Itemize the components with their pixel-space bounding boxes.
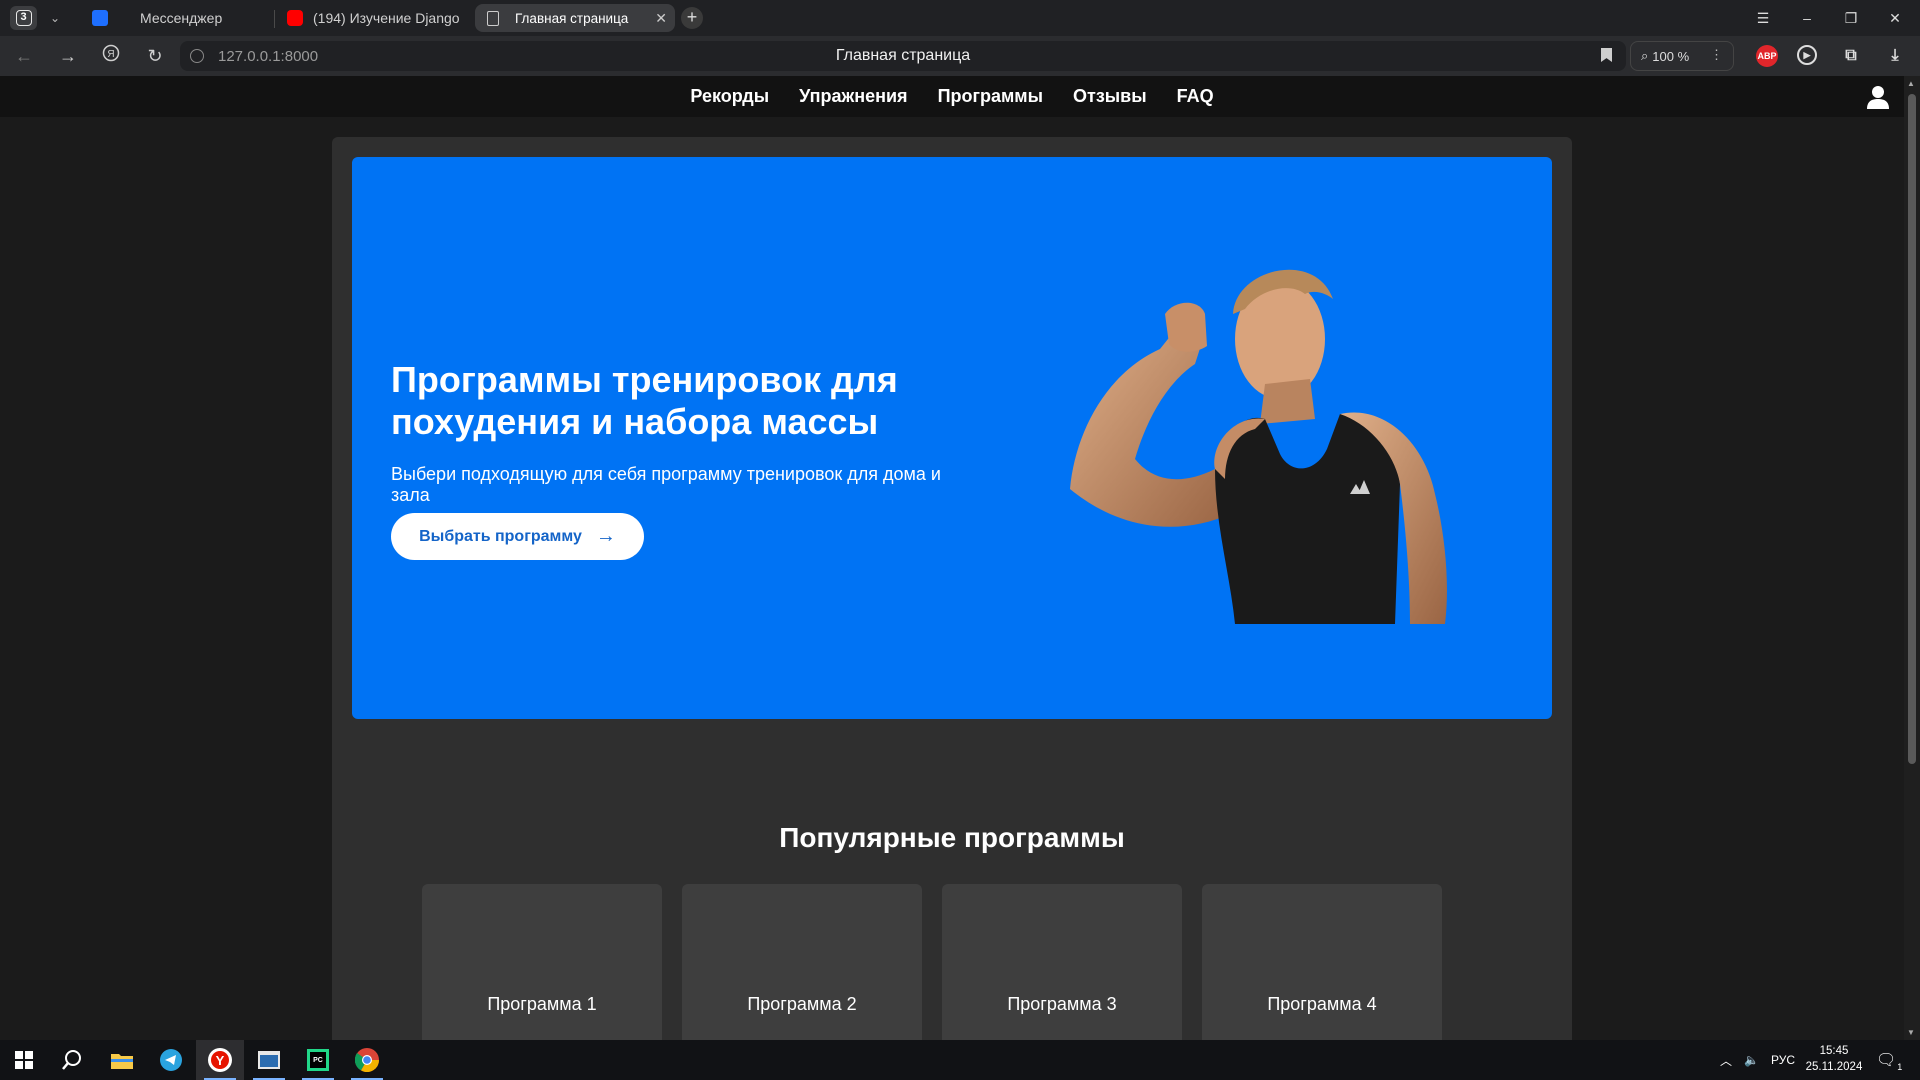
user-icon[interactable] xyxy=(1864,83,1892,111)
more-icon[interactable]: ⋮ xyxy=(1710,47,1723,63)
chrome-button[interactable] xyxy=(343,1040,391,1080)
menu-icon[interactable]: ☰ xyxy=(1748,6,1778,30)
reload-button[interactable]: ↻ xyxy=(142,44,168,68)
tab-title: Главная страница xyxy=(515,10,629,26)
cta-label: Выбрать программу xyxy=(419,527,582,545)
telegram-button[interactable] xyxy=(147,1040,195,1080)
app-window-button[interactable] xyxy=(245,1040,293,1080)
program-card-label: Программа 4 xyxy=(1267,994,1377,1014)
nav-links: Рекорды Упражнения Программы Отзывы FAQ xyxy=(0,76,1904,117)
browser-tab-bar: 3 ⌄ Мессенджер (194) Изучение Django 3 Г… xyxy=(0,0,1920,36)
back-button[interactable]: ← xyxy=(11,44,37,68)
telegram-icon xyxy=(160,1049,182,1071)
chevron-up-icon[interactable]: ︿ xyxy=(1720,1052,1732,1069)
folder-icon xyxy=(111,1054,133,1069)
clock-date: 25.11.2024 xyxy=(1805,1061,1863,1073)
magnifier-icon: ⌕ xyxy=(1641,48,1649,63)
windows-taskbar: Y PC ︿ 🔈 РУС 15:45 25.11.2024 🗨 1 xyxy=(0,1040,1920,1080)
window-app-icon xyxy=(258,1051,280,1069)
tab-messenger[interactable]: Мессенджер xyxy=(80,4,266,32)
youtube-icon xyxy=(287,10,303,26)
yandex-home-button[interactable]: Я xyxy=(98,44,124,68)
windows-icon xyxy=(15,1051,33,1069)
search-button[interactable] xyxy=(48,1040,96,1080)
notification-count: 1 xyxy=(1897,1062,1903,1072)
nav-link-exercises[interactable]: Упражнения xyxy=(799,86,907,107)
svg-text:PC: PC xyxy=(313,1057,323,1064)
chrome-icon xyxy=(355,1048,379,1072)
nav-link-reviews[interactable]: Отзывы xyxy=(1073,86,1147,107)
hero-banner: Программы тренировок для похудения и наб… xyxy=(352,157,1552,719)
athlete-photo xyxy=(1070,269,1447,624)
scroll-down-icon[interactable]: ▼ xyxy=(1907,1028,1915,1037)
scroll-up-icon[interactable]: ▲ xyxy=(1907,79,1915,88)
svg-text:Y: Y xyxy=(216,1053,225,1068)
zoom-control[interactable]: ⌕ 100 % ⋮ xyxy=(1630,41,1734,71)
tab-title: (194) Изучение Django 3 xyxy=(313,10,463,26)
program-card[interactable]: Программа 3 xyxy=(942,884,1182,1040)
tab-youtube[interactable]: (194) Изучение Django 3 xyxy=(275,4,465,32)
page-scrollbar[interactable]: ▲ ▼ xyxy=(1904,76,1920,1040)
tab-title: Мессенджер xyxy=(140,10,223,26)
chevron-down-icon[interactable]: ⌄ xyxy=(44,8,66,28)
close-icon[interactable]: ✕ xyxy=(655,10,667,27)
program-card[interactable]: Программа 4 xyxy=(1202,884,1442,1040)
yandex-icon: Я xyxy=(102,44,120,62)
popular-programs-title: Популярные программы xyxy=(779,822,1125,853)
program-card-label: Программа 1 xyxy=(487,994,597,1014)
omnibox[interactable]: 127.0.0.1:8000 Главная страница xyxy=(180,41,1626,71)
content-container: Программы тренировок для похудения и наб… xyxy=(332,137,1572,1040)
adblock-label: ABP xyxy=(1757,51,1777,61)
program-card[interactable]: Программа 1 xyxy=(422,884,662,1040)
clock-time: 15:45 xyxy=(1819,1045,1849,1057)
zoom-level: 100 % xyxy=(1652,48,1690,64)
clock[interactable]: 15:45 25.11.2024 xyxy=(1798,1043,1870,1075)
nav-link-records[interactable]: Рекорды xyxy=(690,86,769,107)
download-icon[interactable]: ⤓ xyxy=(1884,45,1906,67)
page-body: Программы тренировок для похудения и наб… xyxy=(0,117,1904,1040)
system-tray: ︿ 🔈 РУС xyxy=(1720,1040,1795,1080)
site-navbar: Рекорды Упражнения Программы Отзывы FAQ xyxy=(0,76,1904,117)
page-title-text: Главная страница xyxy=(835,47,971,64)
minimize-button[interactable]: – xyxy=(1792,6,1822,30)
yandex-browser-button[interactable]: Y xyxy=(196,1040,244,1080)
language-indicator[interactable]: РУС xyxy=(1771,1053,1795,1067)
document-icon xyxy=(487,10,499,26)
hero-subtitle: Выбери подходящую для себя программу тре… xyxy=(391,464,941,505)
restore-button[interactable]: ❐ xyxy=(1836,6,1866,30)
play-extension-icon[interactable]: ▶ xyxy=(1797,45,1817,65)
scrollbar-thumb[interactable] xyxy=(1908,94,1916,764)
program-card-label: Программа 2 xyxy=(747,994,857,1014)
hero-title: Программы тренировок для похудения и наб… xyxy=(391,359,898,442)
choose-program-button[interactable]: Выбрать программу → xyxy=(391,513,644,560)
notification-center[interactable]: 🗨 1 xyxy=(1876,1040,1903,1080)
notification-icon: 🗨 1 xyxy=(1876,1052,1903,1072)
tab-count: 3 xyxy=(15,10,32,26)
collections-icon[interactable]: ⧉ xyxy=(1840,45,1862,67)
program-card-label: Программа 3 xyxy=(1007,994,1117,1014)
address-bar-row: ← → Я ↻ 127.0.0.1:8000 Главная страница … xyxy=(0,36,1920,76)
program-card[interactable]: Программа 2 xyxy=(682,884,922,1040)
search-icon xyxy=(62,1050,81,1070)
arrow-right-icon: → xyxy=(595,525,616,547)
pycharm-icon: PC xyxy=(307,1049,329,1071)
close-window-button[interactable]: ✕ xyxy=(1880,6,1910,30)
messenger-icon xyxy=(92,10,108,26)
file-explorer-button[interactable] xyxy=(98,1040,146,1080)
nav-link-faq[interactable]: FAQ xyxy=(1177,86,1214,107)
pycharm-button[interactable]: PC xyxy=(294,1040,342,1080)
svg-text:Я: Я xyxy=(107,49,114,60)
speaker-icon[interactable]: 🔈 xyxy=(1744,1053,1759,1067)
yandex-browser-icon: Y xyxy=(208,1048,232,1072)
adblock-extension-icon[interactable]: ABP xyxy=(1756,45,1778,67)
new-tab-button[interactable]: + xyxy=(681,7,703,29)
tab-counter-button[interactable]: 3 xyxy=(10,6,37,30)
start-button[interactable] xyxy=(0,1040,48,1080)
tab-home[interactable]: Главная страница ✕ xyxy=(475,4,675,32)
forward-button[interactable]: → xyxy=(55,44,81,68)
nav-link-programs[interactable]: Программы xyxy=(938,86,1043,107)
